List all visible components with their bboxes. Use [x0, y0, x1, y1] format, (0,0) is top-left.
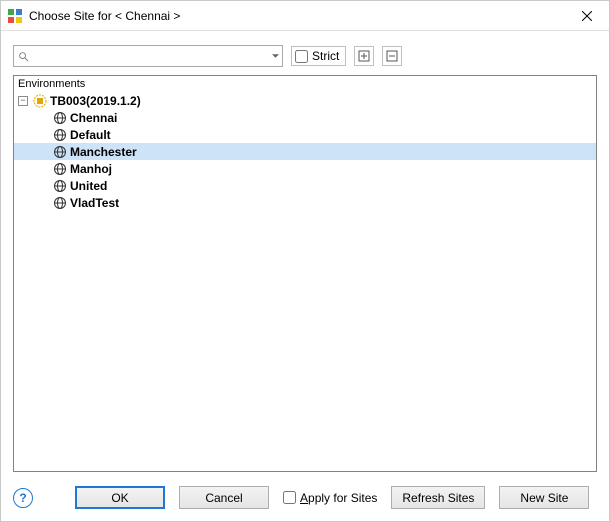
search-dropdown-icon[interactable] — [268, 54, 282, 58]
tree-header: Environments — [14, 76, 596, 92]
search-icon — [14, 51, 32, 62]
search-input[interactable] — [32, 47, 268, 65]
tree-item[interactable]: United — [14, 177, 596, 194]
collapse-all-button[interactable] — [382, 46, 402, 66]
tree-item-label: United — [70, 179, 107, 193]
help-button[interactable]: ? — [13, 488, 33, 508]
tree-item-label: VladTest — [70, 196, 119, 210]
tree-root-row[interactable]: − TB003(2019.1.2) — [14, 92, 596, 109]
server-icon — [32, 93, 48, 109]
new-site-button[interactable]: New Site — [499, 486, 589, 509]
tree-item[interactable]: VladTest — [14, 194, 596, 211]
ok-label: OK — [111, 491, 128, 505]
refresh-label: Refresh Sites — [402, 491, 474, 505]
apply-label: Apply for Sites — [300, 491, 377, 505]
app-icon — [7, 8, 23, 24]
tree-item-label: Default — [70, 128, 111, 142]
window-title: Choose Site for < Chennai > — [29, 9, 564, 23]
strict-toggle[interactable]: Strict — [291, 46, 346, 66]
tree-item-label: Manhoj — [70, 162, 112, 176]
tree-item[interactable]: Chennai — [14, 109, 596, 126]
tree-item[interactable]: Manchester — [14, 143, 596, 160]
expand-all-icon — [358, 50, 370, 62]
apply-for-sites-toggle[interactable]: Apply for Sites — [283, 491, 377, 505]
ok-button[interactable]: OK — [75, 486, 165, 509]
globe-icon — [52, 161, 68, 177]
search-field[interactable] — [13, 45, 283, 67]
tree-item-label: Manchester — [70, 145, 137, 159]
strict-checkbox[interactable] — [295, 50, 308, 63]
help-icon: ? — [19, 491, 26, 505]
globe-icon — [52, 127, 68, 143]
cancel-label: Cancel — [205, 491, 242, 505]
refresh-sites-button[interactable]: Refresh Sites — [391, 486, 485, 509]
environments-tree: Environments − TB003(2019.1.2) Chennai De… — [13, 75, 597, 472]
globe-icon — [52, 178, 68, 194]
close-button[interactable] — [564, 1, 609, 31]
toolbar: Strict — [1, 31, 609, 75]
tree-root-label: TB003(2019.1.2) — [50, 94, 141, 108]
cancel-button[interactable]: Cancel — [179, 486, 269, 509]
strict-label: Strict — [312, 49, 339, 63]
tree-item[interactable]: Manhoj — [14, 160, 596, 177]
expand-all-button[interactable] — [354, 46, 374, 66]
titlebar: Choose Site for < Chennai > — [1, 1, 609, 31]
globe-icon — [52, 195, 68, 211]
dialog-window: Choose Site for < Chennai > Strict — [0, 0, 610, 522]
globe-icon — [52, 144, 68, 160]
apply-checkbox[interactable] — [283, 491, 296, 504]
button-bar: ? OK Cancel Apply for Sites Refresh Site… — [1, 472, 609, 521]
tree-body[interactable]: − TB003(2019.1.2) Chennai Default Manchest… — [14, 92, 596, 471]
tree-item-label: Chennai — [70, 111, 117, 125]
globe-icon — [52, 110, 68, 126]
new-site-label: New Site — [520, 491, 568, 505]
tree-item[interactable]: Default — [14, 126, 596, 143]
collapse-all-icon — [386, 50, 398, 62]
expander-icon[interactable]: − — [18, 96, 28, 106]
close-icon — [582, 11, 592, 21]
